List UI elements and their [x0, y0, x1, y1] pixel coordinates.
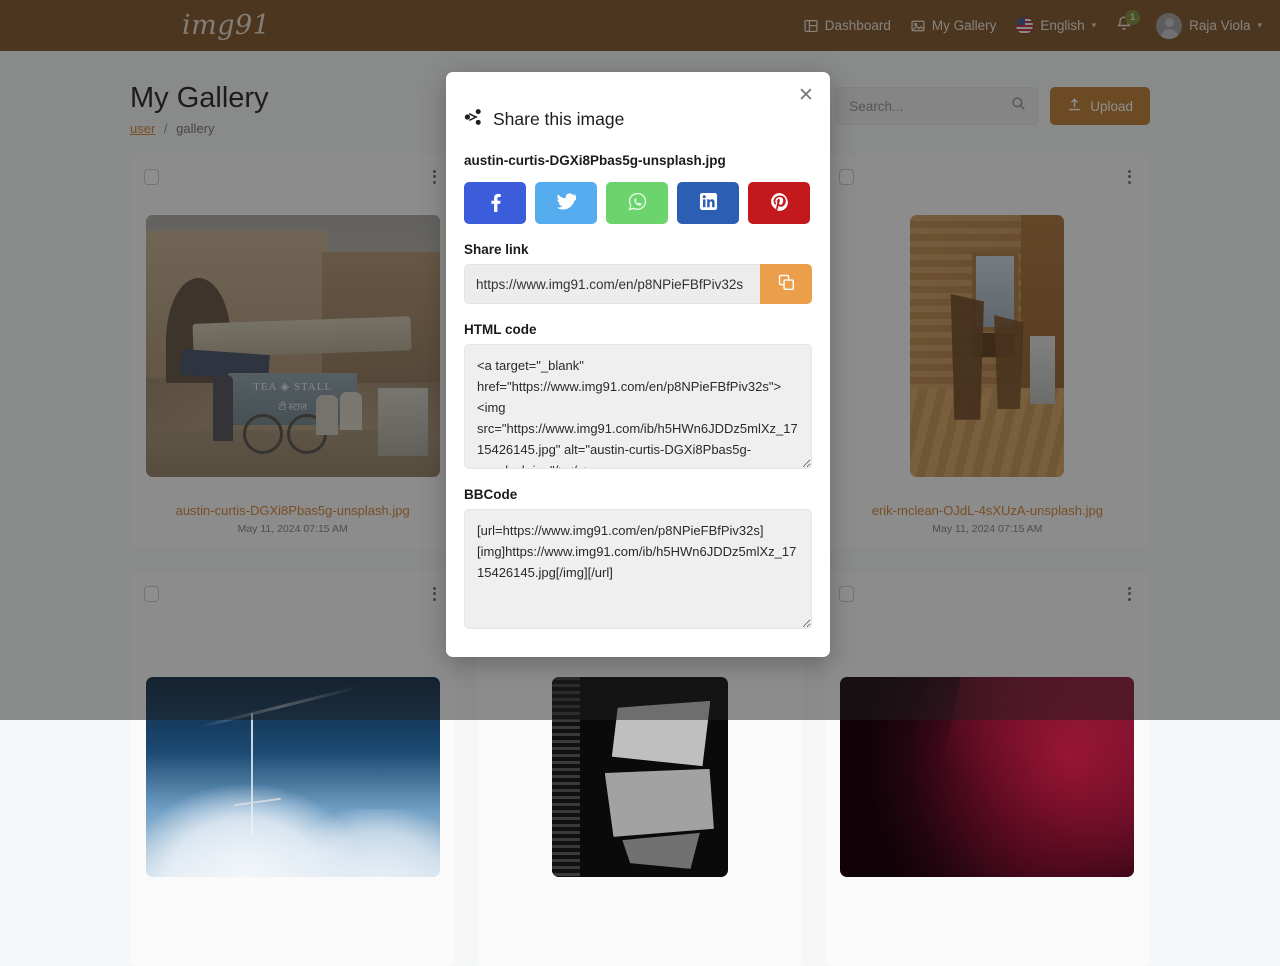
share-facebook-button[interactable] — [464, 182, 526, 224]
share-image-modal: ✕ Share this image austin-curtis-DGXi8Pb… — [446, 72, 830, 657]
copy-icon — [778, 274, 795, 294]
twitter-icon — [555, 193, 577, 213]
share-link-input[interactable] — [464, 264, 760, 304]
modal-title-row: Share this image — [464, 108, 812, 131]
social-share-buttons — [464, 182, 812, 224]
pinterest-icon — [770, 192, 789, 214]
html-code-textarea[interactable] — [464, 344, 812, 469]
html-code-label: HTML code — [464, 322, 537, 337]
whatsapp-icon — [628, 192, 647, 214]
modal-file-name: austin-curtis-DGXi8Pbas5g-unsplash.jpg — [464, 153, 726, 168]
bbcode-textarea[interactable] — [464, 509, 812, 629]
close-icon[interactable]: ✕ — [792, 82, 818, 108]
share-linkedin-button[interactable] — [677, 182, 739, 224]
share-pinterest-button[interactable] — [748, 182, 810, 224]
facebook-icon — [490, 192, 501, 215]
share-whatsapp-button[interactable] — [606, 182, 668, 224]
linkedin-icon — [699, 192, 718, 214]
share-icon — [464, 108, 482, 131]
share-link-label: Share link — [464, 242, 529, 257]
modal-title-label: Share this image — [493, 109, 625, 129]
copy-link-button[interactable] — [760, 264, 812, 304]
share-link-row — [464, 264, 812, 304]
share-twitter-button[interactable] — [535, 182, 597, 224]
bbcode-label: BBCode — [464, 487, 518, 502]
